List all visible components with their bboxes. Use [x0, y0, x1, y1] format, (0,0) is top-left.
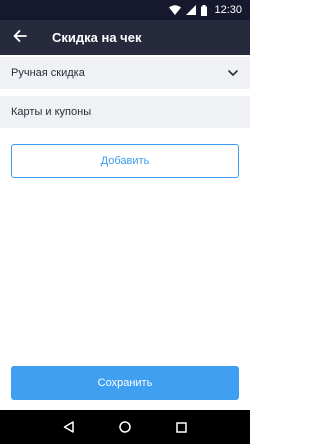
- home-circle-icon[interactable]: [110, 412, 140, 442]
- back-button[interactable]: [2, 20, 38, 55]
- signal-icon: [186, 5, 197, 15]
- status-bar: 12:30: [0, 0, 250, 20]
- app-bar: Скидка на чек: [0, 20, 250, 55]
- recents-square-icon[interactable]: [167, 412, 197, 442]
- add-button[interactable]: Добавить: [11, 144, 239, 178]
- battery-icon: [201, 4, 208, 16]
- manual-discount-label: Ручная скидка: [11, 67, 85, 79]
- save-button[interactable]: Сохранить: [11, 366, 239, 400]
- discount-screen: 12:30 Скидка на чек Ручная скидка Карты …: [0, 0, 250, 444]
- manual-discount-row[interactable]: Ручная скидка: [0, 57, 250, 89]
- cards-coupons-row[interactable]: Карты и купоны: [0, 96, 250, 128]
- page-title: Скидка на чек: [52, 30, 142, 45]
- navigation-bar: [0, 410, 250, 444]
- chevron-down-icon: [228, 69, 238, 77]
- arrow-left-icon: [13, 29, 27, 47]
- back-triangle-icon[interactable]: [53, 412, 83, 442]
- wifi-icon: [169, 5, 182, 15]
- status-time: 12:30: [214, 4, 242, 16]
- cards-coupons-label: Карты и купоны: [11, 106, 92, 118]
